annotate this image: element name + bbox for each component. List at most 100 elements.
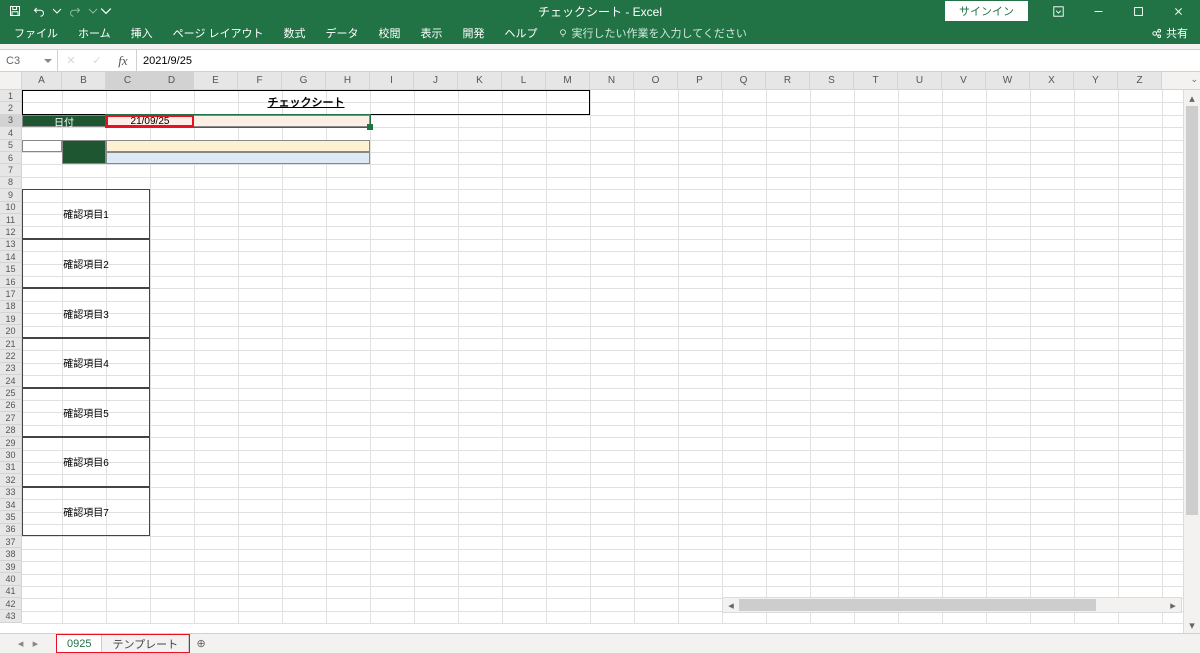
ribbon-tab-数式[interactable]: 数式 xyxy=(274,22,316,44)
col-header-E[interactable]: E xyxy=(194,72,238,89)
undo-icon[interactable] xyxy=(28,1,50,21)
col-header-W[interactable]: W xyxy=(986,72,1030,89)
row5-cream[interactable] xyxy=(106,140,370,152)
formula-input[interactable] xyxy=(137,50,1200,71)
scroll-right-icon[interactable]: ▸ xyxy=(1165,598,1181,612)
sheet-tab-0925[interactable]: 0925 xyxy=(57,635,102,652)
row5-dark[interactable] xyxy=(62,140,106,165)
row-header-1[interactable]: 1 xyxy=(0,90,22,102)
add-sheet-button[interactable]: ⊕ xyxy=(190,634,212,653)
row-header-13[interactable]: 13 xyxy=(0,239,22,251)
row-header-6[interactable]: 6 xyxy=(0,152,22,164)
ribbon-tab-ページ レイアウト[interactable]: ページ レイアウト xyxy=(163,22,274,44)
col-header-Q[interactable]: Q xyxy=(722,72,766,89)
check-item-3[interactable]: 確認項目3 xyxy=(22,288,150,338)
cells-area[interactable]: チェックシート日付21/09/25確認項目1確認項目2確認項目3確認項目4確認項… xyxy=(22,90,1200,623)
redo-dropdown-icon[interactable] xyxy=(88,1,98,21)
row-header-3[interactable]: 3 xyxy=(0,115,22,127)
row-header-37[interactable]: 37 xyxy=(0,536,22,548)
ribbon-tab-ホーム[interactable]: ホーム xyxy=(68,22,121,44)
hscroll-thumb[interactable] xyxy=(739,599,1096,611)
close-icon[interactable] xyxy=(1158,0,1198,22)
col-header-C[interactable]: C xyxy=(106,72,150,89)
row-header-19[interactable]: 19 xyxy=(0,313,22,325)
col-header-U[interactable]: U xyxy=(898,72,942,89)
row-header-24[interactable]: 24 xyxy=(0,375,22,387)
row-header-41[interactable]: 41 xyxy=(0,586,22,598)
col-header-B[interactable]: B xyxy=(62,72,106,89)
qat-customize-icon[interactable] xyxy=(100,1,112,21)
row-header-10[interactable]: 10 xyxy=(0,202,22,214)
row-header-8[interactable]: 8 xyxy=(0,177,22,189)
formula-enter-icon[interactable]: ✓ xyxy=(84,50,110,71)
row-header-40[interactable]: 40 xyxy=(0,573,22,585)
row-header-32[interactable]: 32 xyxy=(0,474,22,486)
select-all-corner[interactable] xyxy=(0,72,22,89)
row-header-16[interactable]: 16 xyxy=(0,276,22,288)
row-header-28[interactable]: 28 xyxy=(0,425,22,437)
row-header-12[interactable]: 12 xyxy=(0,226,22,238)
col-header-T[interactable]: T xyxy=(854,72,898,89)
row-header-2[interactable]: 2 xyxy=(0,102,22,114)
row-header-5[interactable]: 5 xyxy=(0,140,22,152)
check-item-6[interactable]: 確認項目6 xyxy=(22,437,150,487)
row-header-25[interactable]: 25 xyxy=(0,387,22,399)
maximize-icon[interactable] xyxy=(1118,0,1158,22)
scroll-up-icon[interactable]: ▴ xyxy=(1184,90,1200,106)
col-header-D[interactable]: D xyxy=(150,72,194,89)
check-item-1[interactable]: 確認項目1 xyxy=(22,189,150,239)
col-header-R[interactable]: R xyxy=(766,72,810,89)
minimize-icon[interactable] xyxy=(1078,0,1118,22)
row-header-33[interactable]: 33 xyxy=(0,487,22,499)
row-header-17[interactable]: 17 xyxy=(0,288,22,300)
ribbon-tab-校閲[interactable]: 校閲 xyxy=(369,22,411,44)
check-item-5[interactable]: 確認項目5 xyxy=(22,388,150,438)
row-header-34[interactable]: 34 xyxy=(0,499,22,511)
row-header-36[interactable]: 36 xyxy=(0,524,22,536)
col-header-F[interactable]: F xyxy=(238,72,282,89)
undo-dropdown-icon[interactable] xyxy=(52,1,62,21)
row-header-15[interactable]: 15 xyxy=(0,263,22,275)
row5-white[interactable] xyxy=(22,140,62,152)
ribbon-tab-開発[interactable]: 開発 xyxy=(453,22,495,44)
row-header-26[interactable]: 26 xyxy=(0,400,22,412)
sheet-tab-template[interactable]: テンプレート xyxy=(102,635,189,652)
vertical-scrollbar[interactable]: ▴ ▾ xyxy=(1183,90,1200,633)
row-header-29[interactable]: 29 xyxy=(0,437,22,449)
horizontal-scrollbar[interactable]: ◂ ▸ xyxy=(722,597,1182,613)
col-header-G[interactable]: G xyxy=(282,72,326,89)
row-header-38[interactable]: 38 xyxy=(0,548,22,560)
col-header-H[interactable]: H xyxy=(326,72,370,89)
row-header-31[interactable]: 31 xyxy=(0,462,22,474)
redo-icon[interactable] xyxy=(64,1,86,21)
col-header-K[interactable]: K xyxy=(458,72,502,89)
row-header-43[interactable]: 43 xyxy=(0,610,22,622)
row-header-30[interactable]: 30 xyxy=(0,449,22,461)
vscroll-thumb[interactable] xyxy=(1186,106,1198,515)
tell-me-search[interactable]: 実行したい作業を入力してください xyxy=(548,22,757,44)
col-header-A[interactable]: A xyxy=(22,72,62,89)
row-header-14[interactable]: 14 xyxy=(0,251,22,263)
scroll-down-icon[interactable]: ▾ xyxy=(1184,617,1200,633)
row-header-22[interactable]: 22 xyxy=(0,350,22,362)
ribbon-tab-挿入[interactable]: 挿入 xyxy=(121,22,163,44)
ribbon-options-icon[interactable] xyxy=(1038,0,1078,22)
row6-blue[interactable] xyxy=(106,152,370,164)
spreadsheet-grid[interactable]: ⌄ ABCDEFGHIJKLMNOPQRSTUVWXYZ 12345678910… xyxy=(0,72,1200,633)
col-header-X[interactable]: X xyxy=(1030,72,1074,89)
row-header-11[interactable]: 11 xyxy=(0,214,22,226)
row-header-9[interactable]: 9 xyxy=(0,189,22,201)
row-header-23[interactable]: 23 xyxy=(0,363,22,375)
col-header-P[interactable]: P xyxy=(678,72,722,89)
col-header-Y[interactable]: Y xyxy=(1074,72,1118,89)
col-header-J[interactable]: J xyxy=(414,72,458,89)
check-item-4[interactable]: 確認項目4 xyxy=(22,338,150,388)
ribbon-tab-ファイル[interactable]: ファイル xyxy=(4,22,68,44)
col-header-N[interactable]: N xyxy=(590,72,634,89)
check-item-7[interactable]: 確認項目7 xyxy=(22,487,150,537)
col-header-L[interactable]: L xyxy=(502,72,546,89)
row-header-35[interactable]: 35 xyxy=(0,511,22,523)
formula-cancel-icon[interactable]: ✕ xyxy=(58,50,84,71)
save-icon[interactable] xyxy=(4,1,26,21)
fx-icon[interactable]: fx xyxy=(110,53,136,69)
